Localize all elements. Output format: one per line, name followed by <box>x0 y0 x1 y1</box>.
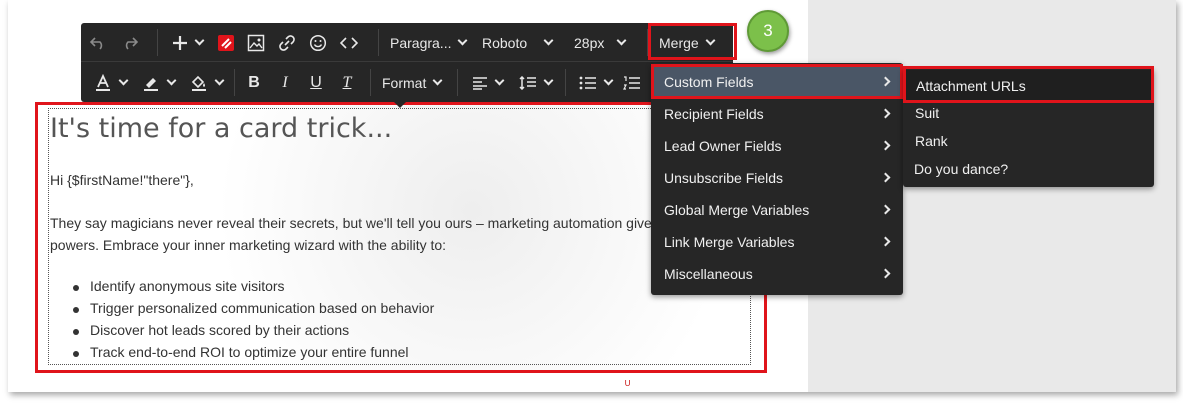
bullet-list-icon[interactable] <box>575 63 615 102</box>
paragraph-format-label: Paragra... <box>390 34 452 51</box>
chevron-right-icon <box>880 204 891 215</box>
menu-item-label: Recipient Fields <box>664 106 764 122</box>
chevron-down-icon <box>458 35 468 46</box>
toolbar-pointer <box>394 102 406 108</box>
toolbar-separator <box>565 69 566 96</box>
chevron-down-icon <box>616 35 627 46</box>
bold-icon[interactable]: B <box>243 63 265 102</box>
menu-item-global-merge-variables[interactable]: Global Merge Variables <box>651 194 903 226</box>
chevron-down-icon <box>166 75 176 86</box>
chevron-down-icon <box>432 75 443 86</box>
menu-item-label: Suit <box>915 105 940 121</box>
undo-icon[interactable] <box>87 23 109 62</box>
chevron-down-icon <box>603 75 613 86</box>
chevron-down-icon <box>118 75 128 86</box>
line-height-icon[interactable] <box>515 63 555 102</box>
chevron-down-icon <box>494 75 504 86</box>
image-icon[interactable] <box>245 23 267 62</box>
numbered-list-icon[interactable] <box>621 63 643 102</box>
font-family-dropdown[interactable]: Roboto <box>482 23 554 62</box>
font-color-button[interactable] <box>89 63 131 102</box>
menu-item-lead-owner-fields[interactable]: Lead Owner Fields <box>651 130 903 162</box>
font-family-label: Roboto <box>482 34 528 51</box>
menu-item-label: Miscellaneous <box>664 266 753 282</box>
merge-highlight-box <box>648 23 737 60</box>
menu-item-label: Rank <box>915 133 948 149</box>
italic-icon[interactable]: I <box>274 63 296 102</box>
align-left-icon[interactable] <box>467 63 507 102</box>
chevron-right-icon <box>880 108 891 119</box>
toolbar-separator <box>378 29 379 56</box>
insert-plus-button[interactable] <box>167 23 207 62</box>
step-badge: 3 <box>747 10 789 52</box>
menu-item-label: Unsubscribe Fields <box>664 170 784 186</box>
menu-item-unsubscribe-fields[interactable]: Unsubscribe Fields <box>651 162 903 194</box>
chevron-right-icon <box>880 236 891 247</box>
editor-toolbar: Paragra... Roboto 28px Merge B I U T For… <box>81 23 733 102</box>
toolbar-row-1: Paragra... Roboto 28px Merge <box>81 23 733 62</box>
underline-icon[interactable]: U <box>305 63 327 102</box>
toolbar-separator <box>370 69 371 96</box>
decorative-mark: ᵁ <box>625 378 631 392</box>
chevron-right-icon <box>880 268 891 279</box>
font-size-dropdown[interactable]: 28px <box>574 23 627 62</box>
code-icon[interactable] <box>338 23 360 62</box>
chevron-down-icon <box>543 75 553 86</box>
menu-item-label: Lead Owner Fields <box>664 138 782 154</box>
emoji-icon[interactable] <box>307 23 329 62</box>
custom-fields-highlight-box <box>651 64 903 99</box>
redo-icon[interactable] <box>119 23 141 62</box>
background-color-button[interactable] <box>185 63 227 102</box>
chevron-down-icon <box>543 35 554 46</box>
format-dropdown[interactable]: Format <box>382 63 443 102</box>
toolbar-separator <box>457 69 458 96</box>
menu-item-label: Do you dance? <box>914 161 1009 177</box>
toolbar-row-2: B I U T Format <box>81 63 733 102</box>
font-size-label: 28px <box>574 34 605 51</box>
toolbar-separator <box>157 29 158 56</box>
toolbar-separator <box>234 69 235 96</box>
menu-item-do-you-dance[interactable]: Do you dance? <box>903 153 1154 185</box>
attachment-urls-highlight-box <box>903 66 1154 103</box>
menu-item-link-merge-variables[interactable]: Link Merge Variables <box>651 226 903 258</box>
link-icon[interactable] <box>276 23 298 62</box>
menu-item-recipient-fields[interactable]: Recipient Fields <box>651 98 903 130</box>
chevron-right-icon <box>880 172 891 183</box>
menu-item-label: Link Merge Variables <box>664 234 795 250</box>
menu-item-label: Global Merge Variables <box>664 202 810 218</box>
menu-item-miscellaneous[interactable]: Miscellaneous <box>651 258 903 290</box>
brand-logo-icon[interactable] <box>215 23 237 62</box>
format-label: Format <box>382 74 427 91</box>
chevron-right-icon <box>880 140 891 151</box>
chevron-down-icon <box>214 75 224 86</box>
clear-format-icon[interactable]: T <box>336 63 358 102</box>
paragraph-format-dropdown[interactable]: Paragra... <box>390 23 468 62</box>
highlight-color-button[interactable] <box>137 63 179 102</box>
